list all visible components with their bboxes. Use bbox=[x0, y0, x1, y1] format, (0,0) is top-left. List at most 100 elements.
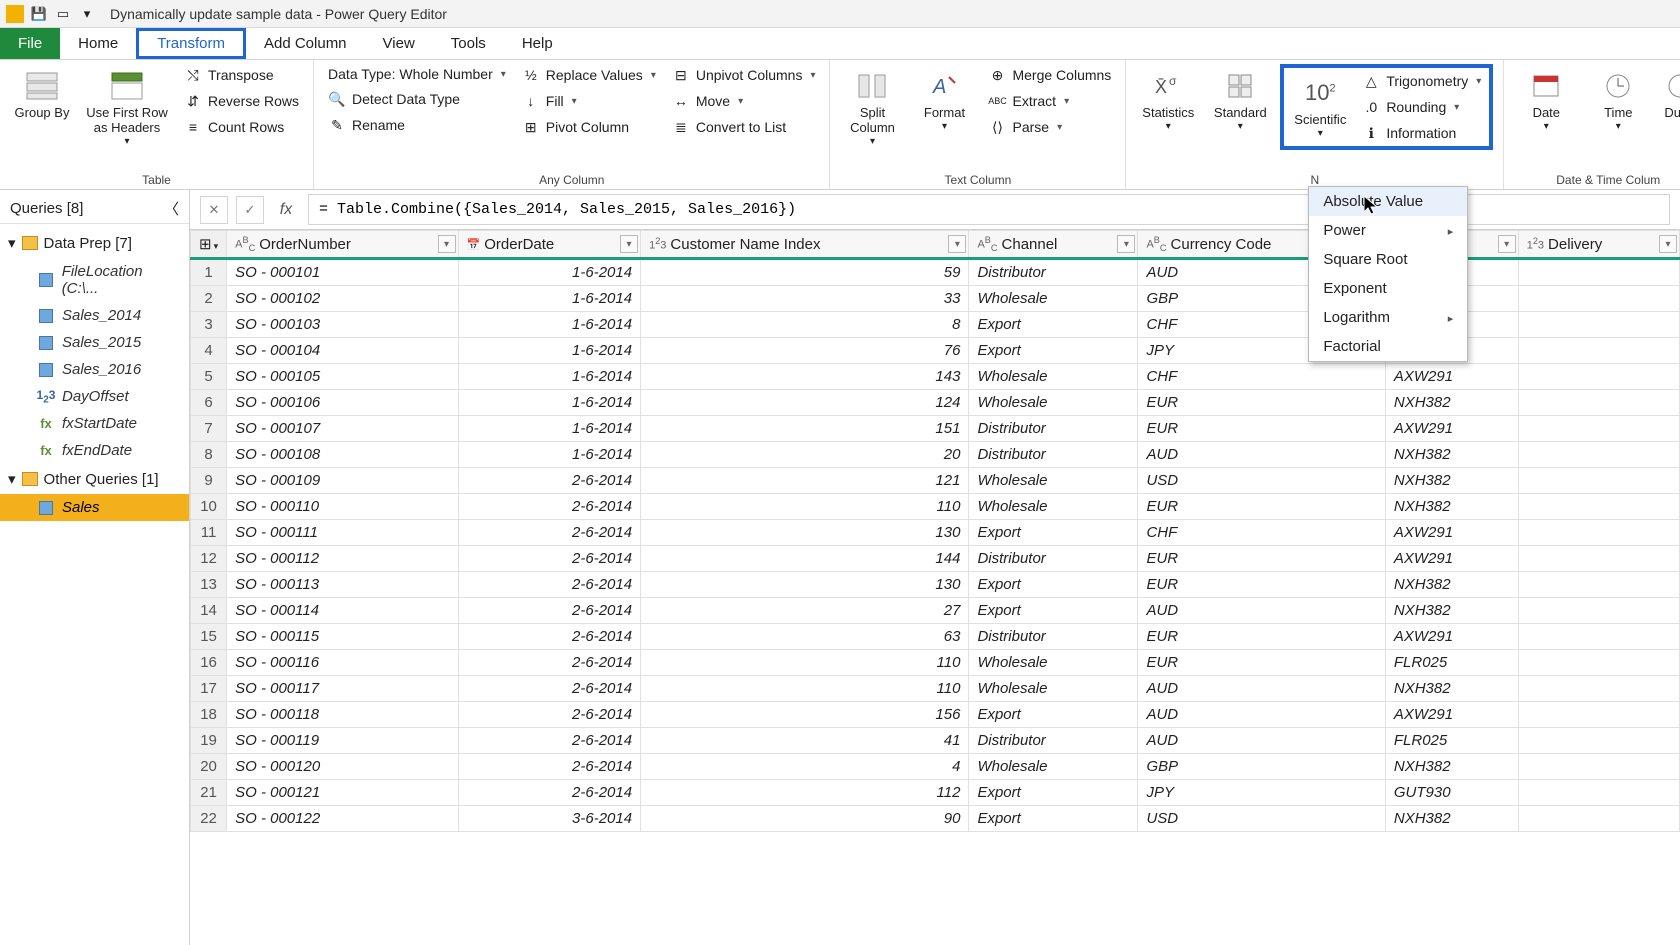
scientific-button[interactable]: 102 Scientific▾ bbox=[1288, 70, 1352, 144]
table-row[interactable]: 12SO - 0001122-6-2014144DistributorEURAX… bbox=[191, 546, 1680, 572]
cancel-formula-button[interactable]: ✕ bbox=[200, 196, 228, 224]
column-header[interactable]: 123 Delivery▾ bbox=[1518, 231, 1679, 259]
tab-tools[interactable]: Tools bbox=[433, 28, 504, 59]
group-by-button[interactable]: Group By bbox=[10, 64, 74, 125]
standard-button[interactable]: Standard▾ bbox=[1208, 64, 1272, 136]
reverse-rows-button[interactable]: ⇵Reverse Rows bbox=[180, 90, 303, 112]
row-number[interactable]: 10 bbox=[191, 494, 227, 520]
table-row[interactable]: 20SO - 0001202-6-20144WholesaleGBPNXH382 bbox=[191, 754, 1680, 780]
count-rows-button[interactable]: ≡Count Rows bbox=[180, 116, 303, 138]
table-row[interactable]: 13SO - 0001132-6-2014130ExportEURNXH382 bbox=[191, 572, 1680, 598]
row-number[interactable]: 18 bbox=[191, 702, 227, 728]
pivot-column-button[interactable]: ⊞Pivot Column bbox=[518, 116, 660, 138]
scientific-menu-item[interactable]: Logarithm bbox=[1309, 303, 1467, 332]
options-icon[interactable]: ▭ bbox=[54, 5, 72, 23]
column-header[interactable]: ABC OrderNumber▾ bbox=[227, 231, 458, 259]
queries-folder-dataprep[interactable]: ▾ Data Prep [7] bbox=[0, 228, 189, 258]
tab-file[interactable]: File bbox=[0, 28, 60, 59]
table-row[interactable]: 22SO - 0001223-6-201490ExportUSDNXH382 bbox=[191, 806, 1680, 832]
row-number[interactable]: 14 bbox=[191, 598, 227, 624]
column-header[interactable]: ABC Channel▾ bbox=[969, 231, 1138, 259]
merge-columns-button[interactable]: ⊕Merge Columns bbox=[984, 64, 1115, 86]
table-row[interactable]: 16SO - 0001162-6-2014110WholesaleEURFLR0… bbox=[191, 650, 1680, 676]
table-row[interactable]: 15SO - 0001152-6-201463DistributorEURAXW… bbox=[191, 624, 1680, 650]
row-number[interactable]: 11 bbox=[191, 520, 227, 546]
row-number[interactable]: 20 bbox=[191, 754, 227, 780]
table-row[interactable]: 7SO - 0001071-6-2014151DistributorEURAXW… bbox=[191, 416, 1680, 442]
column-header[interactable]: 📅 OrderDate▾ bbox=[458, 231, 641, 259]
fill-button[interactable]: ↓Fill bbox=[518, 90, 660, 112]
query-item[interactable]: Sales bbox=[0, 494, 189, 521]
scientific-menu-item[interactable]: Absolute Value bbox=[1309, 187, 1467, 216]
table-row[interactable]: 17SO - 0001172-6-2014110WholesaleAUDNXH3… bbox=[191, 676, 1680, 702]
convert-to-list-button[interactable]: ≣Convert to List bbox=[668, 116, 820, 138]
table-row[interactable]: 14SO - 0001142-6-201427ExportAUDNXH382 bbox=[191, 598, 1680, 624]
table-row[interactable]: 8SO - 0001081-6-201420DistributorAUDNXH3… bbox=[191, 442, 1680, 468]
table-row[interactable]: 6SO - 0001061-6-2014124WholesaleEURNXH38… bbox=[191, 390, 1680, 416]
table-corner[interactable]: ⊞▾ bbox=[191, 231, 227, 259]
row-number[interactable]: 19 bbox=[191, 728, 227, 754]
row-number[interactable]: 17 bbox=[191, 676, 227, 702]
unpivot-button[interactable]: ⊟Unpivot Columns bbox=[668, 64, 820, 86]
column-filter-button[interactable]: ▾ bbox=[620, 235, 638, 253]
query-item[interactable]: Sales_2014 bbox=[0, 302, 189, 329]
qat-dropdown-icon[interactable]: ▾ bbox=[78, 5, 96, 23]
query-item[interactable]: 123DayOffset bbox=[0, 383, 189, 410]
query-item[interactable]: fxfxStartDate bbox=[0, 410, 189, 437]
duration-button[interactable]: Durat bbox=[1658, 64, 1680, 125]
move-button[interactable]: ↔Move bbox=[668, 90, 820, 112]
query-item[interactable]: Sales_2016 bbox=[0, 356, 189, 383]
tab-transform[interactable]: Transform bbox=[136, 28, 246, 59]
query-item[interactable]: FileLocation (C:\... bbox=[0, 258, 189, 302]
tab-home[interactable]: Home bbox=[60, 28, 136, 59]
accept-formula-button[interactable]: ✓ bbox=[236, 196, 264, 224]
column-filter-button[interactable]: ▾ bbox=[1498, 235, 1516, 253]
save-icon[interactable]: 💾 bbox=[30, 5, 48, 23]
table-row[interactable]: 10SO - 0001102-6-2014110WholesaleEURNXH3… bbox=[191, 494, 1680, 520]
row-number[interactable]: 1 bbox=[191, 259, 227, 286]
scientific-menu-item[interactable]: Square Root bbox=[1309, 245, 1467, 274]
table-row[interactable]: 19SO - 0001192-6-201441DistributorAUDFLR… bbox=[191, 728, 1680, 754]
row-number[interactable]: 9 bbox=[191, 468, 227, 494]
information-button[interactable]: ℹInformation bbox=[1358, 122, 1485, 144]
column-header[interactable]: 123 Customer Name Index▾ bbox=[641, 231, 969, 259]
table-row[interactable]: 18SO - 0001182-6-2014156ExportAUDAXW291 bbox=[191, 702, 1680, 728]
query-item[interactable]: Sales_2015 bbox=[0, 329, 189, 356]
date-button[interactable]: Date▾ bbox=[1514, 64, 1578, 136]
extract-button[interactable]: ABCExtract bbox=[984, 90, 1115, 112]
row-number[interactable]: 15 bbox=[191, 624, 227, 650]
column-filter-button[interactable]: ▾ bbox=[438, 235, 456, 253]
queries-folder-other[interactable]: ▾ Other Queries [1] bbox=[0, 464, 189, 494]
trigonometry-button[interactable]: △Trigonometry bbox=[1358, 70, 1485, 92]
scientific-menu-item[interactable]: Factorial bbox=[1309, 332, 1467, 361]
row-number[interactable]: 2 bbox=[191, 286, 227, 312]
scientific-menu-item[interactable]: Exponent bbox=[1309, 274, 1467, 303]
statistics-button[interactable]: X̄σ Statistics▾ bbox=[1136, 64, 1200, 136]
query-item[interactable]: fxfxEndDate bbox=[0, 437, 189, 464]
table-row[interactable]: 11SO - 0001112-6-2014130ExportCHFAXW291 bbox=[191, 520, 1680, 546]
column-filter-button[interactable]: ▾ bbox=[1659, 235, 1677, 253]
column-filter-button[interactable]: ▾ bbox=[948, 235, 966, 253]
row-number[interactable]: 22 bbox=[191, 806, 227, 832]
time-button[interactable]: Time▾ bbox=[1586, 64, 1650, 136]
row-number[interactable]: 6 bbox=[191, 390, 227, 416]
table-row[interactable]: 21SO - 0001212-6-2014112ExportJPYGUT930 bbox=[191, 780, 1680, 806]
row-number[interactable]: 8 bbox=[191, 442, 227, 468]
row-number[interactable]: 16 bbox=[191, 650, 227, 676]
table-row[interactable]: 9SO - 0001092-6-2014121WholesaleUSDNXH38… bbox=[191, 468, 1680, 494]
transpose-button[interactable]: ⤭Transpose bbox=[180, 64, 303, 86]
parse-button[interactable]: ⟨⟩Parse bbox=[984, 116, 1115, 138]
use-first-row-button[interactable]: Use First Row as Headers▾ bbox=[82, 64, 172, 151]
collapse-pane-icon[interactable]: 〈 bbox=[164, 198, 179, 219]
row-number[interactable]: 12 bbox=[191, 546, 227, 572]
row-number[interactable]: 21 bbox=[191, 780, 227, 806]
tab-view[interactable]: View bbox=[365, 28, 433, 59]
replace-values-button[interactable]: ½Replace Values bbox=[518, 64, 660, 86]
table-row[interactable]: 5SO - 0001051-6-2014143WholesaleCHFAXW29… bbox=[191, 364, 1680, 390]
tab-help[interactable]: Help bbox=[504, 28, 571, 59]
row-number[interactable]: 5 bbox=[191, 364, 227, 390]
split-column-button[interactable]: Split Column▾ bbox=[840, 64, 904, 151]
data-type-button[interactable]: Data Type: Whole Number bbox=[324, 64, 510, 84]
fx-icon[interactable]: fx bbox=[272, 201, 300, 219]
row-number[interactable]: 3 bbox=[191, 312, 227, 338]
